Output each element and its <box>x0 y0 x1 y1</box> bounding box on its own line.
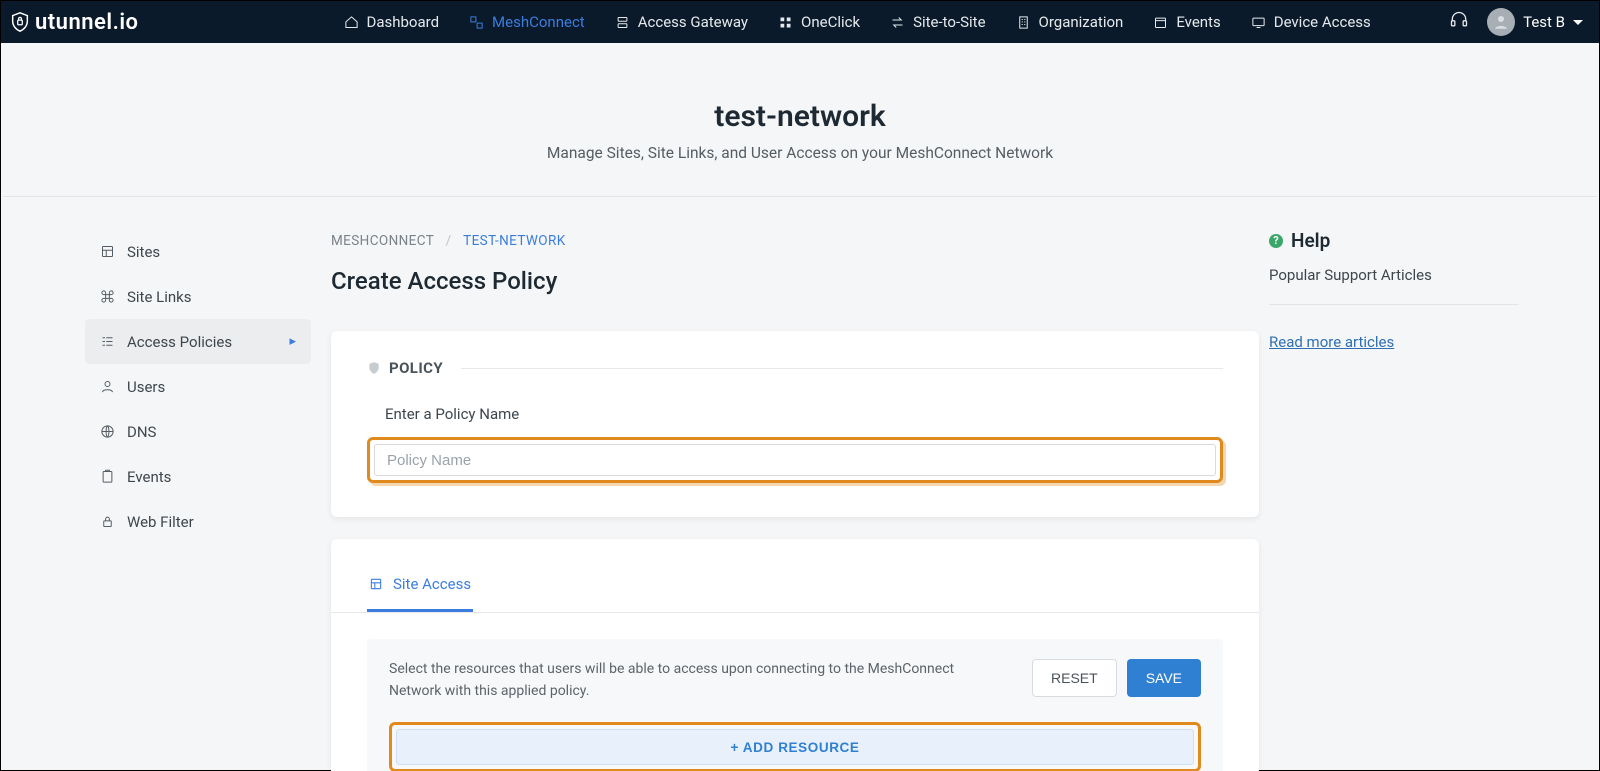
building-icon <box>1016 15 1031 30</box>
sidebar-item-users[interactable]: Users <box>85 364 311 409</box>
grid-icon <box>778 15 793 30</box>
page-subtitle: Manage Sites, Site Links, and User Acces… <box>3 144 1597 162</box>
nav-access-gateway-label: Access Gateway <box>638 13 748 31</box>
avatar-icon <box>1487 8 1515 36</box>
command-icon <box>100 289 115 304</box>
breadcrumb-current[interactable]: TEST-NETWORK <box>463 233 565 249</box>
nav-site-to-site[interactable]: Site-to-Site <box>875 1 1000 43</box>
nav-site-to-site-label: Site-to-Site <box>913 13 985 31</box>
nav-oneclick[interactable]: OneClick <box>763 1 875 43</box>
sidebar-item-label: Users <box>127 378 165 396</box>
home-icon <box>344 15 359 30</box>
add-resource-button[interactable]: + ADD RESOURCE <box>396 729 1194 765</box>
help-subtitle: Popular Support Articles <box>1269 266 1519 305</box>
content-title: Create Access Policy <box>331 267 1259 295</box>
sidebar-item-label: Access Policies <box>127 333 232 351</box>
brand-logo[interactable]: utunnel.io <box>9 10 139 35</box>
nav-organization-label: Organization <box>1039 13 1124 31</box>
nav-dashboard[interactable]: Dashboard <box>329 1 455 43</box>
layout-icon <box>100 244 115 259</box>
policy-name-highlight <box>367 437 1223 483</box>
resource-help-text: Select the resources that users will be … <box>389 659 1009 702</box>
nav-dashboard-label: Dashboard <box>367 13 440 31</box>
nav-center: Dashboard MeshConnect Access Gateway One… <box>329 1 1386 43</box>
page-header: test-network Manage Sites, Site Links, a… <box>3 43 1597 197</box>
top-nav: utunnel.io Dashboard MeshConnect Access … <box>1 1 1599 43</box>
reset-button[interactable]: RESET <box>1032 659 1117 697</box>
nav-device-access-label: Device Access <box>1274 13 1371 31</box>
nav-events[interactable]: Events <box>1138 1 1235 43</box>
sidebar-item-label: Web Filter <box>127 513 194 531</box>
server-icon <box>615 15 630 30</box>
breadcrumb: MESHCONNECT / TEST-NETWORK <box>331 233 1259 249</box>
add-resource-row: + ADD RESOURCE <box>389 722 1201 771</box>
help-read-more-link[interactable]: Read more articles <box>1269 333 1519 351</box>
swap-icon <box>890 15 905 30</box>
sidebar-item-access-policies[interactable]: Access Policies ▸ <box>85 319 311 364</box>
nav-events-label: Events <box>1176 13 1220 31</box>
sidebar-item-dns[interactable]: DNS <box>85 409 311 454</box>
sidebar-item-events[interactable]: Events <box>85 454 311 499</box>
sidebar-item-label: Events <box>127 468 171 486</box>
user-icon <box>100 379 115 394</box>
chevron-down-icon <box>1573 20 1583 30</box>
sidebar-item-site-links[interactable]: Site Links <box>85 274 311 319</box>
lock-icon <box>100 514 115 529</box>
shield-icon <box>367 361 381 375</box>
site-access-card: Site Access Select the resources that us… <box>331 539 1259 771</box>
brand-name: utunnel.io <box>35 10 139 35</box>
nav-organization[interactable]: Organization <box>1001 1 1139 43</box>
resource-panel: Select the resources that users will be … <box>367 639 1223 771</box>
policy-name-input[interactable] <box>374 444 1216 476</box>
breadcrumb-sep: / <box>446 233 452 249</box>
shield-lock-icon <box>9 11 31 33</box>
tab-site-access[interactable]: Site Access <box>367 567 473 612</box>
globe-icon <box>100 424 115 439</box>
divider <box>461 368 1223 369</box>
sidebar-item-sites[interactable]: Sites <box>85 229 311 274</box>
main-content: MESHCONNECT / TEST-NETWORK Create Access… <box>331 229 1269 771</box>
clipboard-icon <box>100 469 115 484</box>
nav-meshconnect-label: MeshConnect <box>492 13 585 31</box>
chevron-right-icon: ▸ <box>289 334 296 349</box>
sidebar-item-label: Site Links <box>127 288 192 306</box>
add-resource-highlight: + ADD RESOURCE <box>389 722 1201 771</box>
breadcrumb-root[interactable]: MESHCONNECT <box>331 233 434 249</box>
sidebar-item-web-filter[interactable]: Web Filter <box>85 499 311 544</box>
help-icon: ? <box>1269 234 1283 248</box>
policy-name-label: Enter a Policy Name <box>385 405 1223 423</box>
tabs: Site Access <box>331 567 1259 613</box>
nav-access-gateway[interactable]: Access Gateway <box>600 1 763 43</box>
list-icon <box>100 334 115 349</box>
page-title: test-network <box>3 99 1597 134</box>
tab-site-access-label: Site Access <box>393 575 471 593</box>
policy-heading: POLICY <box>389 359 443 377</box>
support-icon[interactable] <box>1449 10 1469 34</box>
policy-heading-row: POLICY <box>367 359 1223 377</box>
policy-card: POLICY Enter a Policy Name <box>331 331 1259 517</box>
resource-panel-top: Select the resources that users will be … <box>389 659 1201 702</box>
nav-meshconnect[interactable]: MeshConnect <box>454 1 600 43</box>
help-panel: ? Help Popular Support Articles Read mor… <box>1269 229 1599 771</box>
sidebar: Sites Site Links Access Policies ▸ Users… <box>1 229 331 771</box>
help-heading-row: ? Help <box>1269 229 1519 252</box>
user-menu[interactable]: Test B <box>1487 8 1583 36</box>
user-name: Test B <box>1523 13 1565 31</box>
calendar-icon <box>1153 15 1168 30</box>
nav-right: Test B <box>1449 8 1583 36</box>
sidebar-item-label: DNS <box>127 423 156 441</box>
sidebar-item-label: Sites <box>127 243 160 261</box>
help-heading: Help <box>1291 229 1330 252</box>
save-button[interactable]: SAVE <box>1127 659 1201 697</box>
nav-device-access[interactable]: Device Access <box>1236 1 1386 43</box>
monitor-icon <box>1251 15 1266 30</box>
nav-oneclick-label: OneClick <box>801 13 860 31</box>
layout-icon <box>369 577 383 591</box>
mesh-icon <box>469 15 484 30</box>
